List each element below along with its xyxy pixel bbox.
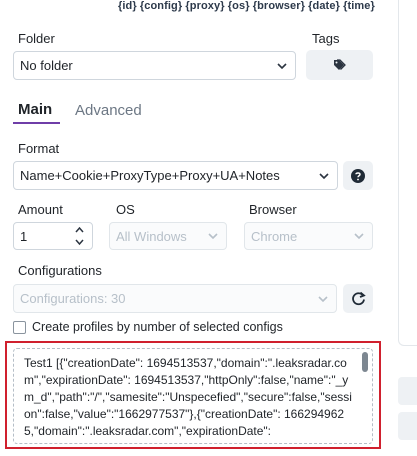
folder-select-value: No folder xyxy=(20,58,73,73)
tab-advanced[interactable]: Advanced xyxy=(75,102,142,119)
tags-button[interactable] xyxy=(306,50,373,80)
highlight-box: Test1 [{"creationDate": 1694513537,"doma… xyxy=(5,341,381,449)
os-label: OS xyxy=(116,202,135,217)
browser-select[interactable]: Chrome xyxy=(244,222,373,250)
os-select-value: All Windows xyxy=(116,228,187,244)
folder-select[interactable]: No folder xyxy=(13,51,296,80)
create-by-configs-label: Create profiles by number of selected co… xyxy=(32,320,283,334)
configurations-select[interactable]: Configurations: 30 xyxy=(13,284,337,313)
chevron-down-icon xyxy=(208,233,218,240)
folder-label: Folder xyxy=(18,31,55,46)
chevron-down-icon xyxy=(277,62,287,69)
side-panel xyxy=(398,0,417,346)
amount-value: 1 xyxy=(20,228,28,244)
create-by-configs-checkbox[interactable] xyxy=(13,321,26,334)
amount-stepper[interactable]: 1 xyxy=(13,222,93,250)
chevron-down-icon xyxy=(319,172,329,179)
browser-label: Browser xyxy=(249,202,297,217)
configurations-select-value: Configurations: 30 xyxy=(20,291,126,306)
os-select[interactable]: All Windows xyxy=(109,222,227,250)
refresh-icon xyxy=(351,291,366,306)
side-button-1[interactable] xyxy=(398,377,417,405)
profiles-textarea-content: Test1 [{"creationDate": 1694513537,"doma… xyxy=(24,356,352,438)
increment-icon[interactable] xyxy=(75,226,84,233)
side-button-2[interactable] xyxy=(398,412,417,440)
format-select[interactable]: Name+Cookie+ProxyType+Proxy+UA+Notes xyxy=(13,161,338,190)
tab-main[interactable]: Main xyxy=(18,101,52,118)
question-icon xyxy=(351,168,365,183)
format-label: Format xyxy=(18,141,60,156)
browser-select-value: Chrome xyxy=(251,228,298,244)
format-help-button[interactable] xyxy=(343,161,373,190)
tags-label: Tags xyxy=(312,31,340,46)
refresh-configurations-button[interactable] xyxy=(343,284,373,313)
decrement-icon[interactable] xyxy=(75,239,84,246)
format-select-value: Name+Cookie+ProxyType+Proxy+UA+Notes xyxy=(20,168,280,183)
template-variables: {id} {config} {proxy} {os} {browser} {da… xyxy=(118,0,375,12)
active-tab-indicator xyxy=(13,122,60,124)
textarea-scrollbar-thumb[interactable] xyxy=(362,352,368,372)
profiles-textarea[interactable]: Test1 [{"creationDate": 1694513537,"doma… xyxy=(13,348,373,444)
tag-icon xyxy=(333,59,346,70)
chevron-down-icon xyxy=(354,233,364,240)
configurations-label: Configurations xyxy=(18,263,102,278)
amount-label: Amount xyxy=(18,202,63,217)
chevron-down-icon xyxy=(318,295,328,302)
